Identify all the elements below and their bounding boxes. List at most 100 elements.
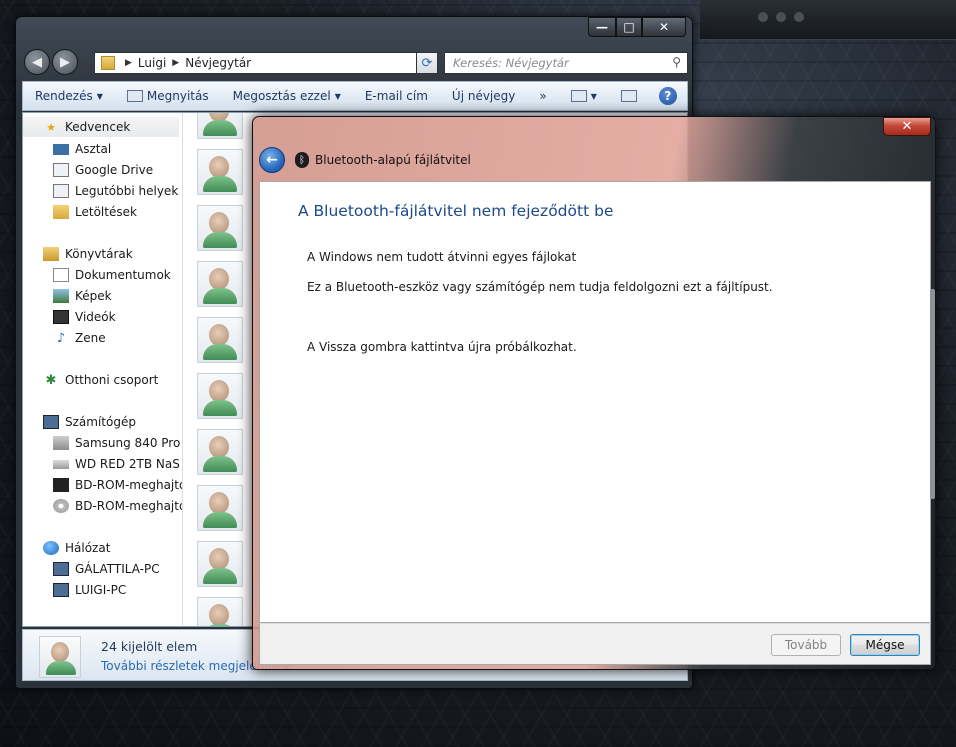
contact-head-icon	[209, 492, 229, 514]
nav-computer[interactable]: Számítógép	[43, 412, 136, 432]
nav-label: WD RED 2TB NaS (6	[75, 457, 182, 471]
organize-button[interactable]: Rendezés ▼	[23, 89, 115, 103]
command-bar: Rendezés ▼ Megnyitás Megosztás ezzel ▼ E-m…	[22, 81, 688, 111]
address-bar[interactable]: ▶ Luigi ▶ Névjegytár ▼	[94, 52, 436, 74]
preview-pane-icon	[620, 90, 637, 102]
forward-button[interactable]: ▶	[52, 49, 78, 75]
new-contact-button[interactable]: Új névjegy	[440, 89, 527, 103]
nav-label: Könyvtárak	[65, 247, 133, 261]
contact-file-tile[interactable]	[197, 541, 243, 587]
contact-file-tile[interactable]	[197, 317, 243, 363]
nav-homegroup[interactable]: ✱ Otthoni csoport	[43, 370, 159, 390]
nav-label: Letöltések	[75, 205, 137, 219]
explorer-caption-buttons: — □ ✕	[588, 17, 686, 37]
contact-file-tile[interactable]	[197, 429, 243, 475]
nav-item-pc-galattila[interactable]: GÁLATTILA-PC	[53, 559, 160, 579]
contact-file-tile[interactable]	[197, 261, 243, 307]
nav-libraries[interactable]: Könyvtárak	[43, 244, 133, 264]
nav-item-pc-luigi[interactable]: LUIGI-PC	[53, 580, 126, 600]
help-button[interactable]: ?	[658, 87, 677, 105]
breadcrumb-luigi[interactable]: Luigi	[138, 56, 166, 70]
nav-item-drive-wd[interactable]: WD RED 2TB NaS (6	[53, 454, 182, 474]
back-button[interactable]: ←	[259, 147, 285, 173]
contact-head-icon	[209, 604, 229, 626]
contact-head-icon	[209, 548, 229, 570]
recent-places-icon	[53, 184, 69, 198]
nav-favorites[interactable]: ★ Kedvencek	[23, 117, 179, 137]
nav-item-desktop[interactable]: Asztal	[53, 139, 111, 159]
contact-file-tile[interactable]	[197, 113, 243, 139]
bluetooth-icon: ᛒ	[295, 152, 309, 168]
music-note-icon: ♪	[56, 330, 66, 346]
nav-item-bdrom-1[interactable]: BD-ROM-meghajtó	[53, 475, 182, 495]
folder-icon	[101, 56, 115, 70]
contact-body-icon	[203, 400, 237, 416]
star-icon: ★	[46, 120, 56, 134]
contact-head-icon	[209, 436, 229, 458]
navigation-pane: ★ Kedvencek Asztal Google Drive Legutóbbi…	[23, 113, 183, 626]
nav-label: Videók	[75, 310, 116, 324]
chevron-down-icon: ▼	[590, 91, 597, 101]
more-commands-button[interactable]: »	[527, 89, 558, 103]
nav-label: Google Drive	[75, 163, 154, 177]
nav-label: Számítógép	[65, 415, 136, 429]
cancel-button[interactable]: Mégse	[850, 634, 920, 656]
forward-arrow-icon: ▶	[60, 54, 70, 70]
breadcrumb-contacts[interactable]: Névjegytár	[185, 56, 251, 70]
contact-file-tile[interactable]	[197, 485, 243, 531]
nav-item-drive-samsung[interactable]: Samsung 840 Pro 25	[53, 433, 182, 453]
pictures-icon	[53, 289, 69, 303]
nav-item-videos[interactable]: Videók	[53, 307, 116, 327]
nav-item-documents[interactable]: Dokumentumok	[53, 265, 171, 285]
contact-card-icon	[126, 90, 143, 102]
nav-item-downloads[interactable]: Letöltések	[53, 202, 137, 222]
contact-file-tile[interactable]	[197, 373, 243, 419]
next-button[interactable]: Tovább	[771, 634, 841, 656]
new-contact-label: Új névjegy	[451, 89, 516, 103]
bd-disc-icon	[53, 478, 69, 492]
share-button[interactable]: Megosztás ezzel ▼	[221, 89, 353, 103]
preview-pane-button[interactable]	[609, 90, 649, 102]
maximize-button[interactable]: □	[616, 17, 642, 37]
nav-item-bdrom-2[interactable]: BD-ROM-meghajtó	[53, 496, 182, 516]
dialog-title: Bluetooth-alapú fájlátvitel	[315, 153, 471, 167]
contact-file-tile[interactable]	[197, 149, 243, 195]
minimize-button[interactable]: —	[588, 17, 616, 37]
contact-body-icon	[203, 120, 237, 136]
refresh-button[interactable]: ⟳	[416, 52, 438, 74]
nav-label: Képek	[75, 289, 112, 303]
contact-file-tile[interactable]	[197, 205, 243, 251]
bluetooth-transfer-dialog: ✕ ← ᛒ Bluetooth-alapú fájlátvitel A Blue…	[252, 116, 936, 670]
close-button[interactable]: ✕	[642, 17, 686, 37]
contact-file-tile[interactable]	[197, 597, 243, 626]
chevron-down-icon: ▼	[334, 91, 341, 101]
contact-body-icon	[203, 344, 237, 360]
nav-label: Hálózat	[65, 541, 111, 555]
nav-label: Legutóbbi helyek	[75, 184, 179, 198]
open-button[interactable]: Megnyitás	[115, 89, 221, 103]
error-line-2: Ez a Bluetooth-eszköz vagy számítógép ne…	[307, 280, 773, 294]
nav-item-pictures[interactable]: Képek	[53, 286, 112, 306]
back-button[interactable]: ◀	[24, 49, 50, 75]
breadcrumb-chevron-icon: ▶	[172, 58, 180, 68]
nav-network[interactable]: Hálózat	[43, 538, 110, 558]
nav-item-music[interactable]: ♪ Zene	[53, 328, 106, 348]
network-globe-icon	[43, 541, 59, 555]
search-input[interactable]: Keresés: Névjegytár ⚲	[444, 52, 688, 74]
search-icon[interactable]: ⚲	[672, 55, 681, 69]
computer-icon	[53, 562, 69, 576]
nav-item-recent[interactable]: Legutóbbi helyek	[53, 181, 178, 201]
contact-head-icon	[51, 642, 69, 662]
contact-body-icon	[46, 661, 76, 675]
refresh-icon: ⟳	[421, 55, 433, 71]
drive-icon	[53, 459, 69, 469]
contact-body-icon	[203, 624, 237, 626]
email-button[interactable]: E-mail cím	[353, 89, 440, 103]
dialog-close-button[interactable]: ✕	[883, 117, 931, 136]
computer-icon	[53, 583, 69, 597]
dialog-content: A Bluetooth-fájlátvitel nem fejeződött b…	[259, 181, 931, 623]
chevron-down-icon: ▼	[96, 91, 103, 101]
view-options-button[interactable]: ▼	[559, 90, 609, 102]
nav-label: Kedvencek	[65, 120, 131, 134]
nav-item-google-drive[interactable]: Google Drive	[53, 160, 153, 180]
